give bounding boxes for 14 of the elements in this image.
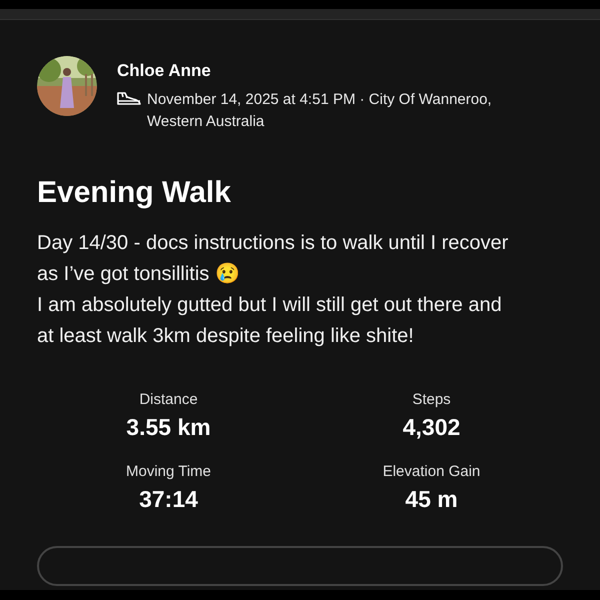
activity-meta: November 14, 2025 at 4:51 PM · City Of Wanneroo, Western Australia <box>147 90 493 132</box>
activity-description: I am absolutely gutted but I will still get out there and at least walk 3km despite feeling like shite! <box>37 293 503 349</box>
athlete-name[interactable]: Chloe Anne <box>117 60 527 82</box>
stat-value: 37:14 <box>139 485 198 514</box>
stat-label: Moving Time <box>126 462 212 482</box>
activity-description: Day 14/30 - docs instructions is to walk until I recover as I’ve got tonsillitis 😢 <box>37 231 510 287</box>
stat-value: 3.55 km <box>126 413 211 442</box>
stat-label: Steps <box>412 390 451 410</box>
activity-title: Evening Walk <box>37 175 232 211</box>
stat-label: Elevation Gain <box>382 462 480 482</box>
stat-value: 4,302 <box>402 413 460 442</box>
stat-value: 45 m <box>405 485 458 514</box>
stat-label: Distance <box>139 390 198 410</box>
shoe-icon <box>117 91 141 107</box>
